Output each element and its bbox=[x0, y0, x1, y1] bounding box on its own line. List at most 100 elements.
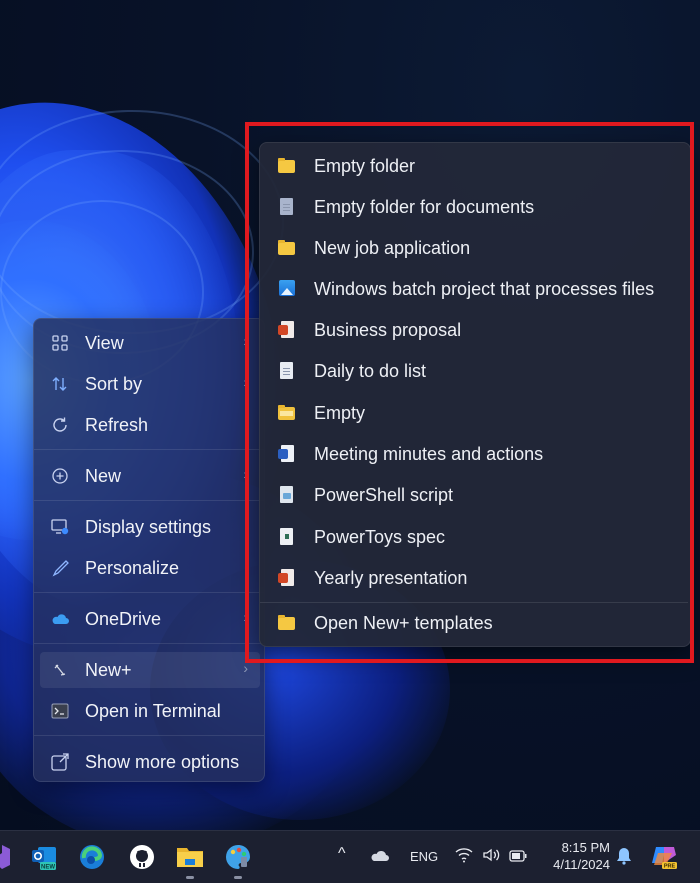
template-item[interactable]: Meeting minutes and actions bbox=[266, 435, 684, 473]
menu-separator bbox=[34, 592, 264, 593]
notification-bell-icon[interactable] bbox=[616, 847, 632, 870]
template-item[interactable]: Yearly presentation bbox=[266, 559, 684, 597]
github-icon bbox=[130, 845, 154, 869]
visual-studio-icon bbox=[0, 845, 10, 869]
edge-icon bbox=[80, 845, 104, 869]
language-indicator[interactable]: ENG bbox=[410, 849, 438, 864]
outlook-new-badge: NEW bbox=[41, 865, 55, 871]
display-settings-icon bbox=[50, 517, 70, 537]
outlook-icon: NEW bbox=[32, 847, 56, 871]
open-templates-label: Open New+ templates bbox=[314, 612, 493, 633]
template-label: Daily to do list bbox=[314, 360, 427, 381]
refresh-icon bbox=[50, 415, 70, 435]
taskbar-app-github[interactable] bbox=[128, 843, 156, 871]
new-plus-submenu: Empty folder Empty folder for documents … bbox=[259, 142, 691, 647]
menu-separator bbox=[34, 735, 264, 736]
folder-icon bbox=[278, 614, 296, 632]
taskbar-app-file-explorer[interactable] bbox=[176, 843, 204, 879]
grid-view-icon bbox=[50, 333, 70, 353]
brush-icon bbox=[50, 558, 70, 578]
menu-item-open-in-terminal[interactable]: Open in Terminal bbox=[40, 693, 260, 729]
menu-item-new[interactable]: New › bbox=[40, 458, 260, 494]
plus-circle-icon bbox=[50, 466, 70, 486]
paint-palette-icon bbox=[226, 845, 250, 869]
powerpoint-icon bbox=[278, 321, 296, 339]
menu-item-label: Sort by bbox=[85, 373, 143, 394]
menu-item-label: Open in Terminal bbox=[85, 700, 221, 721]
show-hidden-icons-button[interactable]: ^ bbox=[338, 845, 346, 863]
menu-separator bbox=[34, 643, 264, 644]
template-label: Business proposal bbox=[314, 319, 462, 340]
document-icon bbox=[278, 198, 296, 216]
template-label: Empty folder bbox=[314, 155, 416, 176]
template-label: Empty folder for documents bbox=[314, 196, 535, 217]
chevron-right-icon: › bbox=[243, 466, 248, 482]
menu-item-label: Refresh bbox=[85, 414, 149, 435]
template-item[interactable]: PowerShell script bbox=[266, 476, 684, 514]
folder-icon bbox=[278, 239, 296, 257]
menu-item-show-more-options[interactable]: Show more options bbox=[40, 744, 260, 780]
template-item[interactable]: Business proposal bbox=[266, 311, 684, 349]
template-item[interactable]: PowerToys spec bbox=[266, 518, 684, 556]
menu-item-label: OneDrive bbox=[85, 608, 162, 629]
menu-item-label: Show more options bbox=[85, 751, 240, 772]
taskbar-app-paint[interactable] bbox=[224, 843, 252, 879]
copilot-icon[interactable]: PRE bbox=[650, 843, 678, 876]
sort-arrows-icon bbox=[50, 374, 70, 394]
new-plus-icon bbox=[50, 660, 70, 680]
menu-separator bbox=[34, 500, 264, 501]
template-item[interactable]: Daily to do list bbox=[266, 352, 684, 390]
chevron-right-icon: › bbox=[243, 609, 248, 625]
menu-item-onedrive[interactable]: OneDrive › bbox=[40, 601, 260, 637]
template-item[interactable]: Empty folder for documents bbox=[266, 188, 684, 226]
menu-item-refresh[interactable]: Refresh bbox=[40, 407, 260, 443]
template-label: Yearly presentation bbox=[314, 567, 468, 588]
show-more-icon bbox=[50, 752, 70, 772]
folder-icon bbox=[278, 157, 296, 175]
menu-separator bbox=[260, 602, 688, 603]
template-item[interactable]: Windows batch project that processes fil… bbox=[266, 270, 684, 308]
markdown-icon bbox=[278, 528, 296, 546]
word-icon bbox=[278, 445, 296, 463]
template-label: PowerToys spec bbox=[314, 526, 446, 547]
image-icon bbox=[278, 280, 296, 298]
template-label: PowerShell script bbox=[314, 484, 454, 505]
template-label: Meeting minutes and actions bbox=[314, 443, 544, 464]
copilot-pre-badge: PRE bbox=[664, 864, 676, 870]
terminal-icon bbox=[50, 701, 70, 721]
chevron-right-icon: › bbox=[243, 374, 248, 390]
template-item[interactable]: Empty folder bbox=[266, 147, 684, 185]
powershell-script-icon bbox=[278, 486, 296, 504]
menu-item-view[interactable]: View › bbox=[40, 325, 260, 361]
template-item[interactable]: Empty bbox=[266, 394, 684, 432]
taskbar-app-outlook[interactable]: NEW bbox=[30, 843, 58, 871]
menu-item-label: Display settings bbox=[85, 516, 212, 537]
menu-item-personalize[interactable]: Personalize bbox=[40, 550, 260, 586]
menu-item-label: View bbox=[85, 332, 124, 353]
battery-icon[interactable] bbox=[509, 849, 527, 867]
file-explorer-icon bbox=[177, 848, 203, 867]
taskbar-app-edge[interactable] bbox=[78, 843, 106, 871]
wifi-icon[interactable] bbox=[455, 847, 473, 868]
menu-item-display-settings[interactable]: Display settings bbox=[40, 509, 260, 545]
template-item[interactable]: New job application bbox=[266, 229, 684, 267]
clock-date: 4/11/2024 bbox=[553, 857, 610, 872]
text-document-icon bbox=[278, 362, 296, 380]
taskbar-app-visual-studio[interactable] bbox=[0, 843, 12, 871]
template-label: Windows batch project that processes fil… bbox=[314, 278, 655, 299]
clock-time: 8:15 PM bbox=[561, 840, 610, 855]
open-templates-item[interactable]: Open New+ templates bbox=[266, 604, 684, 642]
running-indicator bbox=[186, 876, 194, 879]
onedrive-cloud-icon bbox=[50, 609, 70, 629]
menu-item-new-plus[interactable]: New+ › bbox=[40, 652, 260, 688]
clock[interactable]: 8:15 PM 4/11/2024 bbox=[540, 839, 610, 873]
onedrive-tray-icon[interactable] bbox=[370, 849, 390, 867]
menu-item-label: New+ bbox=[85, 659, 132, 680]
template-label: New job application bbox=[314, 237, 471, 258]
powerpoint-icon bbox=[278, 569, 296, 587]
menu-item-sort-by[interactable]: Sort by › bbox=[40, 366, 260, 402]
menu-item-label: New bbox=[85, 465, 122, 486]
volume-icon[interactable] bbox=[482, 847, 500, 868]
chevron-right-icon: › bbox=[243, 660, 248, 676]
running-indicator bbox=[234, 876, 242, 879]
